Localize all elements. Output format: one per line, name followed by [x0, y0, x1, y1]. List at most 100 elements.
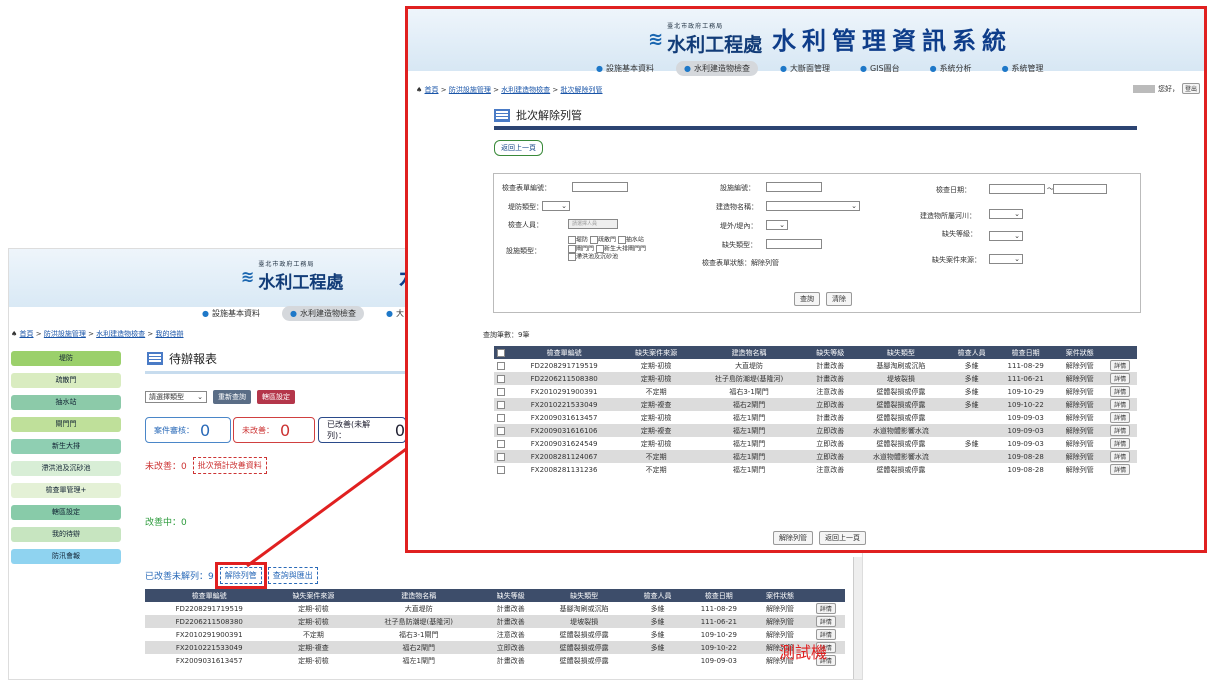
building-select[interactable]: ⌄ [766, 201, 860, 211]
column-header [494, 346, 508, 359]
table-row: FX2009031624549 定期-初檢 福左1閘門 立即改善 壁體裂損或停露 多維 10… [494, 437, 1137, 450]
table-cell: 立即改善 [806, 450, 854, 463]
user-name-blurred [1132, 84, 1155, 93]
form-no-input[interactable] [572, 182, 628, 192]
table-cell: 壁體裂損或停露 [853, 463, 949, 476]
crumb-home[interactable]: 首頁 [425, 86, 439, 94]
nav-label: 設施基本資料 [605, 64, 654, 73]
table-row: FX2010291900391 不定期 福右3-1閘門 注意改善 壁體裂損或停露 多維 10… [494, 385, 1137, 398]
table-cell: 多維 [948, 372, 996, 385]
table-cell [494, 450, 508, 463]
table-row: FX2008281124067 不定期 福左1閘門 立即改善 水道物體影響水流 109-0… [494, 450, 1137, 463]
back-button[interactable]: 返回上一頁 [494, 140, 543, 156]
checkbox[interactable] [568, 244, 576, 253]
checkbox[interactable] [568, 253, 576, 261]
facility-type-checkboxes: 堤防 疏散門 抽水站 閘門門 新生大排閘門門 滯洪池及沉砂池 [568, 236, 688, 262]
query-button[interactable]: 查詢 [794, 292, 820, 306]
checkbox[interactable] [595, 244, 604, 253]
label-level: 缺失等級： [942, 230, 977, 238]
river-select[interactable]: ⌄ [989, 209, 1023, 219]
drop-icon: ● [596, 64, 603, 73]
table-cell: 解除列管 [1056, 424, 1104, 437]
row-checkbox[interactable] [496, 465, 505, 474]
label-inout: 堤外/堤內： [720, 222, 758, 230]
checkbox[interactable] [617, 236, 626, 244]
nav-section[interactable]: ● 大斷面管理 [772, 61, 838, 76]
table-cell: 詳情 [1103, 463, 1137, 476]
table-cell [494, 424, 508, 437]
detail-button[interactable]: 詳情 [1110, 438, 1131, 449]
row-checkbox[interactable] [496, 361, 505, 370]
greeting: 您好， [1157, 84, 1179, 93]
logout-button[interactable]: 登出 [1181, 83, 1200, 94]
foreground-window: ≋ 臺北市政府工務局 水利工程處 水利管理資訊系統 ● 設施基本資料 ● 水利建造物… [405, 6, 1207, 553]
table-cell: 定期-初檢 [620, 411, 692, 424]
date-to-input[interactable] [1053, 184, 1107, 194]
table-cell: 計畫改善 [806, 411, 854, 424]
row-checkbox[interactable] [496, 439, 505, 448]
table-cell: FX2009031613457 [507, 411, 621, 424]
label-river: 建造物所屬河川： [920, 212, 976, 220]
table-cell: 不定期 [620, 463, 692, 476]
detail-button[interactable]: 詳情 [1110, 412, 1131, 423]
crumb-inspection[interactable]: 水利建造物檢查 [501, 86, 550, 94]
table-cell: 定期-初檢 [620, 437, 692, 450]
type-label: 堤防 [576, 236, 589, 244]
facility-no-input[interactable] [766, 182, 822, 192]
nav-analysis[interactable]: ● 系統分析 [922, 61, 980, 76]
table-cell: FD2208291719519 [507, 359, 621, 372]
source-select[interactable]: ⌄ [989, 254, 1023, 264]
nav-inspection[interactable]: ● 水利建造物檢查 [675, 61, 758, 76]
row-checkbox[interactable] [496, 400, 505, 409]
table-cell: 堤坡裂損 [853, 372, 949, 385]
column-header: 建造物名稱 [691, 346, 807, 359]
inout-select[interactable]: ⌄ [766, 220, 788, 230]
crumb-batch[interactable]: 批次解除列管 [561, 86, 603, 94]
checkbox[interactable] [568, 236, 576, 244]
detail-button[interactable]: 詳情 [1110, 360, 1131, 371]
row-checkbox[interactable] [496, 426, 505, 435]
label-facility-no: 設施編號： [720, 184, 755, 192]
detail-button[interactable]: 詳情 [1110, 425, 1131, 436]
detail-button[interactable]: 詳情 [1110, 386, 1131, 397]
detail-button[interactable]: 詳情 [1110, 399, 1131, 410]
page-title: 批次解除列管 [494, 107, 582, 123]
defect-type-input[interactable] [766, 239, 822, 249]
level-select[interactable]: ⌄ [989, 231, 1023, 241]
detail-button[interactable]: 詳情 [1110, 464, 1131, 475]
detail-button[interactable]: 詳情 [1110, 451, 1131, 462]
row-checkbox[interactable] [496, 374, 505, 383]
row-checkbox[interactable] [496, 452, 505, 461]
detail-button[interactable]: 詳情 [1110, 373, 1131, 384]
row-checkbox[interactable] [496, 413, 505, 422]
label-building: 建造物名稱： [716, 203, 758, 211]
date-from-input[interactable] [989, 184, 1045, 194]
table-cell: 社子島防潮堤(基隆河) [691, 372, 807, 385]
nav-gis[interactable]: ● GIS圖台 [852, 61, 908, 76]
label-inspector: 檢查人員： [508, 221, 543, 229]
table-cell: 壁體裂損或停露 [853, 398, 949, 411]
nav-admin[interactable]: ● 系統管理 [994, 61, 1052, 76]
inspector-input[interactable]: 請選擇人員 [568, 219, 618, 229]
nav-label: GIS圖台 [869, 64, 900, 73]
clear-button[interactable]: 清除 [826, 292, 852, 306]
table-cell: 大直堤防 [691, 359, 807, 372]
crumb-flood[interactable]: 防洪設施管理 [449, 86, 491, 94]
table-cell: 不定期 [620, 450, 692, 463]
type-label: 新生大排閘門門 [603, 245, 646, 252]
table-cell: 立即改善 [806, 398, 854, 411]
table-cell: 計畫改善 [806, 359, 854, 372]
table-cell: 定期-初檢 [620, 359, 692, 372]
table-cell: FX2010291900391 [507, 385, 621, 398]
back-bottom-button[interactable]: 返回上一頁 [819, 531, 866, 545]
row-checkbox[interactable] [496, 387, 505, 396]
batch-release-button[interactable]: 解除列管 [773, 531, 813, 545]
nav-facility-data[interactable]: ● 設施基本資料 [588, 61, 662, 76]
table-cell [494, 411, 508, 424]
type-label: 疏散門 [597, 236, 616, 244]
table-cell: FX2010221533049 [507, 398, 621, 411]
select-all-checkbox[interactable] [496, 348, 505, 357]
checkbox[interactable] [589, 236, 598, 244]
dike-type-select[interactable]: ⌄ [542, 201, 570, 211]
table-cell: 109-10-22 [995, 398, 1057, 411]
